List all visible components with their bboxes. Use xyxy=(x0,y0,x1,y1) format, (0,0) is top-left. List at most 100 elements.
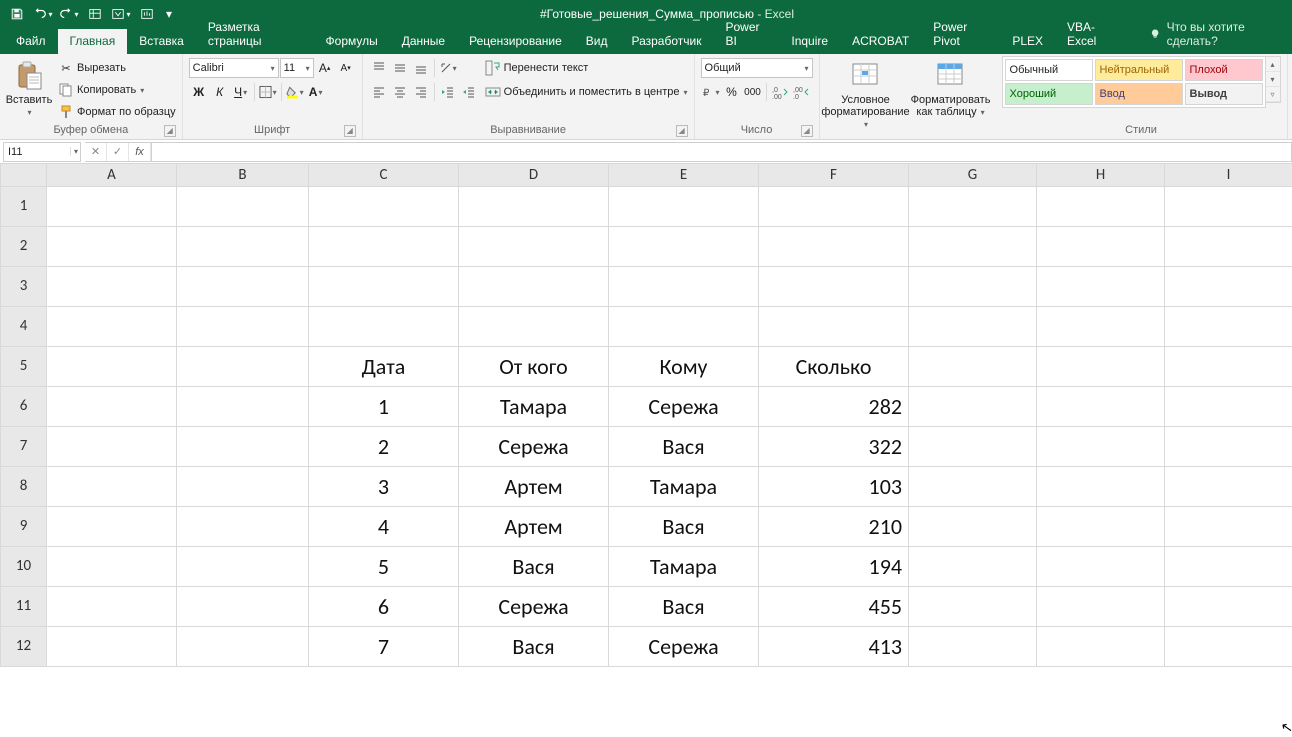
row-header[interactable]: 1 xyxy=(1,186,47,226)
cell[interactable]: Сколько xyxy=(759,346,909,386)
number-format-select[interactable]: Общий▾ xyxy=(701,58,813,78)
row-header[interactable]: 3 xyxy=(1,266,47,306)
name-box[interactable]: I11▾ xyxy=(3,142,81,162)
cell[interactable]: 282 xyxy=(759,386,909,426)
fill-color-button[interactable]: ▾ xyxy=(285,82,305,102)
style-good[interactable]: Хороший xyxy=(1005,83,1093,105)
cell[interactable]: 3 xyxy=(309,466,459,506)
redo-icon[interactable]: ▾ xyxy=(58,3,80,25)
cell[interactable]: Вася xyxy=(609,506,759,546)
tab-view[interactable]: Вид xyxy=(574,29,620,54)
tab-insert[interactable]: Вставка xyxy=(127,29,196,54)
row-header[interactable]: 5 xyxy=(1,346,47,386)
tab-formulas[interactable]: Формулы xyxy=(314,29,390,54)
row-header[interactable]: 12 xyxy=(1,626,47,666)
tab-plex[interactable]: PLEX xyxy=(1000,29,1055,54)
style-neutral[interactable]: Нейтральный xyxy=(1095,59,1183,81)
row-header[interactable]: 11 xyxy=(1,586,47,626)
cancel-icon[interactable]: ✕ xyxy=(85,143,107,161)
increase-indent-icon[interactable] xyxy=(459,82,479,102)
tab-powerbi[interactable]: Power BI xyxy=(713,15,779,54)
font-name-select[interactable]: Calibri▾ xyxy=(189,58,279,78)
align-bottom-icon[interactable] xyxy=(411,58,431,78)
dialog-launcher-icon[interactable]: ◢ xyxy=(164,125,176,137)
decrease-font-icon[interactable]: A▾ xyxy=(336,58,356,78)
increase-decimal-icon[interactable]: ,0,00 xyxy=(770,82,790,102)
tab-vbaexcel[interactable]: VBA-Excel xyxy=(1055,15,1128,54)
enter-icon[interactable]: ✓ xyxy=(107,143,129,161)
select-all-corner[interactable] xyxy=(1,164,47,186)
col-header-A[interactable]: A xyxy=(47,164,177,186)
col-header-E[interactable]: E xyxy=(609,164,759,186)
qat-btn-6[interactable] xyxy=(136,3,158,25)
font-size-select[interactable]: 11▾ xyxy=(280,58,314,78)
col-header-H[interactable]: H xyxy=(1037,164,1165,186)
cell[interactable]: 7 xyxy=(309,626,459,666)
accounting-format-icon[interactable]: ₽▾ xyxy=(701,82,721,102)
cell[interactable]: Кому xyxy=(609,346,759,386)
row-header[interactable]: 8 xyxy=(1,466,47,506)
cell[interactable]: Дата xyxy=(309,346,459,386)
row-header[interactable]: 4 xyxy=(1,306,47,346)
comma-format-icon[interactable]: 000 xyxy=(743,82,763,102)
increase-font-icon[interactable]: A▴ xyxy=(315,58,335,78)
cell[interactable]: Вася xyxy=(459,626,609,666)
col-header-I[interactable]: I xyxy=(1165,164,1292,186)
percent-format-icon[interactable]: % xyxy=(722,82,742,102)
tab-inquire[interactable]: Inquire xyxy=(779,29,840,54)
row-header[interactable]: 6 xyxy=(1,386,47,426)
align-left-icon[interactable] xyxy=(369,82,389,102)
row-header[interactable]: 10 xyxy=(1,546,47,586)
style-output[interactable]: Вывод xyxy=(1185,83,1263,105)
fx-icon[interactable]: fx xyxy=(129,143,151,161)
bold-button[interactable]: Ж xyxy=(189,82,209,102)
cell[interactable]: 5 xyxy=(309,546,459,586)
style-input[interactable]: Ввод xyxy=(1095,83,1183,105)
col-header-B[interactable]: B xyxy=(177,164,309,186)
align-right-icon[interactable] xyxy=(411,82,431,102)
cell[interactable]: 322 xyxy=(759,426,909,466)
tab-page-layout[interactable]: Разметка страницы xyxy=(196,15,314,54)
font-color-button[interactable]: A▾ xyxy=(306,82,326,102)
borders-button[interactable]: ▾ xyxy=(258,82,278,102)
cell[interactable]: 1 xyxy=(309,386,459,426)
italic-button[interactable]: К xyxy=(210,82,230,102)
cell-styles-gallery[interactable]: Обычный Нейтральный Плохой Хороший Ввод … xyxy=(1002,56,1266,108)
style-normal[interactable]: Обычный xyxy=(1005,59,1093,81)
undo-icon[interactable]: ▾ xyxy=(32,3,54,25)
cell[interactable]: Тамара xyxy=(609,466,759,506)
tab-review[interactable]: Рецензирование xyxy=(457,29,574,54)
col-header-G[interactable]: G xyxy=(909,164,1037,186)
row-header[interactable]: 2 xyxy=(1,226,47,266)
cell[interactable]: Сережа xyxy=(459,426,609,466)
spreadsheet-grid[interactable]: A B C D E F G H I 1 2 3 4 5 Дата От кого… xyxy=(0,164,1292,667)
cell[interactable]: Сережа xyxy=(609,626,759,666)
row-header[interactable]: 7 xyxy=(1,426,47,466)
col-header-C[interactable]: C xyxy=(309,164,459,186)
qat-customize-icon[interactable]: ▾ xyxy=(162,3,176,25)
underline-button[interactable]: Ч▾ xyxy=(231,82,251,102)
gallery-scroll[interactable]: ▴▾▿ xyxy=(1266,56,1281,103)
cell[interactable]: 413 xyxy=(759,626,909,666)
cell[interactable]: Вася xyxy=(609,426,759,466)
cell[interactable]: 103 xyxy=(759,466,909,506)
tab-home[interactable]: Главная xyxy=(58,29,128,54)
merge-center-button[interactable]: Объединить и поместить в центре▾ xyxy=(485,82,688,102)
tab-developer[interactable]: Разработчик xyxy=(619,29,713,54)
align-top-icon[interactable] xyxy=(369,58,389,78)
col-header-D[interactable]: D xyxy=(459,164,609,186)
cell[interactable]: От кого xyxy=(459,346,609,386)
formula-input[interactable] xyxy=(152,142,1292,162)
conditional-formatting-button[interactable]: Условноеформатирование ▾ xyxy=(826,56,906,131)
wrap-text-button[interactable]: Перенести текст xyxy=(485,58,688,78)
qat-btn-5[interactable]: ▾ xyxy=(110,3,132,25)
paste-button[interactable]: Вставить▾ xyxy=(6,56,52,119)
cell[interactable]: 4 xyxy=(309,506,459,546)
tab-acrobat[interactable]: ACROBAT xyxy=(840,29,921,54)
qat-btn-4[interactable] xyxy=(84,3,106,25)
align-middle-icon[interactable] xyxy=(390,58,410,78)
cell[interactable]: Сережа xyxy=(609,386,759,426)
decrease-indent-icon[interactable] xyxy=(438,82,458,102)
dialog-launcher-icon[interactable]: ◢ xyxy=(801,125,813,137)
align-center-icon[interactable] xyxy=(390,82,410,102)
